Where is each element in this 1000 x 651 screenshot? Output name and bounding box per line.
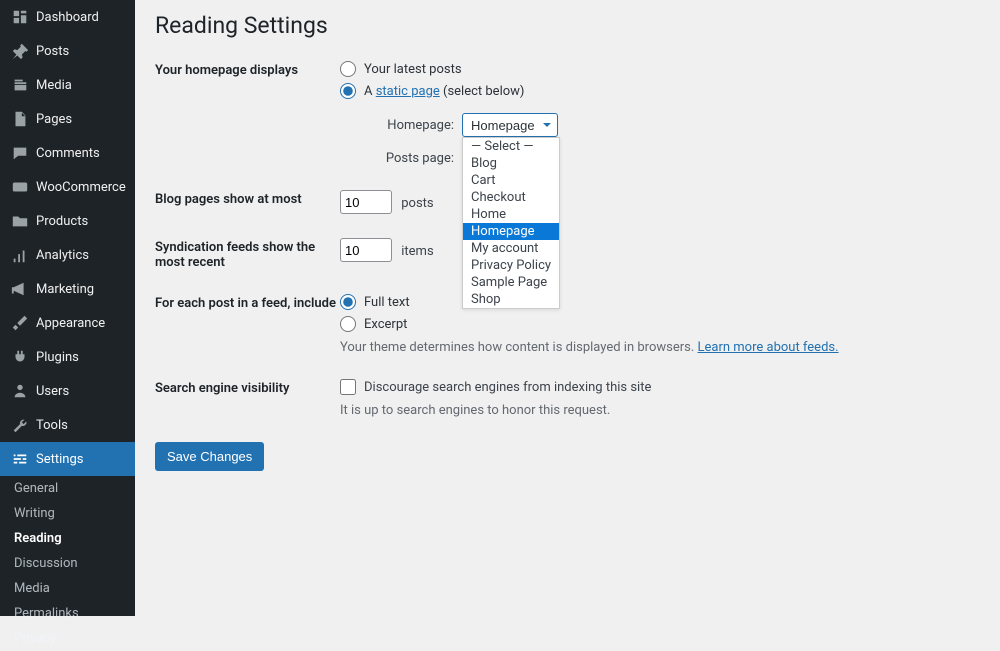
sidebar-item-pages[interactable]: Pages [0, 102, 135, 136]
radio-static-page[interactable]: A static page (select below) [340, 83, 980, 99]
sidebar-label: Dashboard [36, 10, 99, 25]
wrench-icon [10, 415, 30, 435]
radio-excerpt-label: Excerpt [364, 317, 407, 332]
radio-latest-posts[interactable]: Your latest posts [340, 61, 980, 77]
dropdown-option[interactable]: My account [463, 240, 559, 257]
sidebar-label: Users [36, 384, 69, 399]
sidebar-label: Settings [36, 452, 83, 467]
homepage-select[interactable]: Homepage [462, 113, 558, 137]
sub-item-media[interactable]: Media [0, 576, 135, 601]
sub-item-writing[interactable]: Writing [0, 501, 135, 526]
radio-excerpt-input[interactable] [340, 316, 356, 332]
sub-item-permalinks[interactable]: Permalinks [0, 601, 135, 626]
discourage-checkbox-label: Discourage search engines from indexing … [364, 380, 651, 395]
sidebar-item-woocommerce[interactable]: WooCommerce [0, 170, 135, 204]
posts-page-select-label: Posts page: [364, 151, 454, 166]
search-engine-label: Search engine visibility [155, 379, 340, 418]
sidebar-item-settings[interactable]: Settings [0, 442, 135, 476]
chart-icon [10, 245, 30, 265]
dropdown-option[interactable]: Blog [463, 155, 559, 172]
sidebar-label: Products [36, 214, 88, 229]
sub-item-privacy[interactable]: Privacy [0, 626, 135, 651]
woo-icon [10, 177, 30, 197]
discourage-checkbox[interactable] [340, 379, 356, 395]
static-page-link[interactable]: static page [376, 84, 440, 99]
radio-static-page-label: A static page (select below) [364, 84, 524, 99]
search-engine-desc: It is up to search engines to honor this… [340, 403, 980, 418]
dropdown-option[interactable]: Privacy Policy [463, 257, 559, 274]
dashboard-icon [10, 7, 30, 27]
dropdown-option[interactable]: Checkout [463, 189, 559, 206]
sidebar-label: Appearance [36, 316, 105, 331]
radio-full-text[interactable]: Full text [340, 294, 980, 310]
feed-desc: Your theme determines how content is dis… [340, 340, 980, 355]
save-changes-button[interactable]: Save Changes [155, 442, 264, 471]
dropdown-option-selected[interactable]: Homepage [463, 223, 559, 240]
blog-pages-suffix: posts [401, 196, 433, 211]
radio-latest-posts-input[interactable] [340, 61, 356, 77]
dropdown-option[interactable]: Home [463, 206, 559, 223]
homepage-dropdown: — Select — Blog Cart Checkout Home Homep… [462, 137, 560, 309]
syndication-suffix: items [401, 244, 433, 259]
sidebar-label: WooCommerce [36, 180, 126, 195]
comment-icon [10, 143, 30, 163]
sub-item-reading[interactable]: Reading [0, 526, 135, 551]
homepage-select-label: Homepage: [364, 118, 454, 133]
syndication-label: Syndication feeds show the most recent [155, 238, 340, 270]
admin-sidebar: Dashboard Posts Media Pages Comments Woo… [0, 0, 135, 616]
sidebar-label: Posts [36, 44, 69, 59]
radio-full-text-label: Full text [364, 295, 410, 310]
sidebar-item-tools[interactable]: Tools [0, 408, 135, 442]
radio-full-text-input[interactable] [340, 294, 356, 310]
sliders-icon [10, 449, 30, 469]
sidebar-item-products[interactable]: Products [0, 204, 135, 238]
user-icon [10, 381, 30, 401]
sidebar-item-posts[interactable]: Posts [0, 34, 135, 68]
media-icon [10, 75, 30, 95]
sidebar-label: Media [36, 78, 72, 93]
sidebar-label: Tools [36, 418, 68, 433]
sidebar-label: Pages [36, 112, 72, 127]
pin-icon [10, 41, 30, 61]
dropdown-option[interactable]: — Select — [463, 138, 559, 155]
plug-icon [10, 347, 30, 367]
dropdown-option[interactable]: Shop [463, 291, 559, 308]
syndication-input[interactable] [340, 238, 392, 262]
folder-icon [10, 211, 30, 231]
page-icon [10, 109, 30, 129]
megaphone-icon [10, 279, 30, 299]
sidebar-item-media[interactable]: Media [0, 68, 135, 102]
blog-pages-label: Blog pages show at most [155, 190, 340, 214]
main-content: Reading Settings Your homepage displays … [135, 0, 1000, 616]
dropdown-option[interactable]: Sample Page [463, 274, 559, 291]
sidebar-item-users[interactable]: Users [0, 374, 135, 408]
radio-static-page-input[interactable] [340, 83, 356, 99]
learn-more-feeds-link[interactable]: Learn more about feeds. [698, 340, 839, 355]
blog-pages-input[interactable] [340, 190, 392, 214]
brush-icon [10, 313, 30, 333]
sidebar-label: Marketing [36, 282, 94, 297]
sidebar-label: Comments [36, 146, 100, 161]
page-title: Reading Settings [155, 12, 980, 39]
dropdown-option[interactable]: Cart [463, 172, 559, 189]
radio-latest-posts-label: Your latest posts [364, 62, 462, 77]
sidebar-item-marketing[interactable]: Marketing [0, 272, 135, 306]
sub-item-general[interactable]: General [0, 476, 135, 501]
sidebar-item-appearance[interactable]: Appearance [0, 306, 135, 340]
sidebar-item-comments[interactable]: Comments [0, 136, 135, 170]
sub-item-discussion[interactable]: Discussion [0, 551, 135, 576]
sidebar-item-plugins[interactable]: Plugins [0, 340, 135, 374]
sidebar-item-analytics[interactable]: Analytics [0, 238, 135, 272]
sidebar-item-dashboard[interactable]: Dashboard [0, 0, 135, 34]
radio-excerpt[interactable]: Excerpt [340, 316, 980, 332]
sidebar-label: Plugins [36, 350, 79, 365]
discourage-checkbox-row[interactable]: Discourage search engines from indexing … [340, 379, 980, 395]
sidebar-label: Analytics [36, 248, 89, 263]
homepage-displays-label: Your homepage displays [155, 61, 340, 166]
feed-include-label: For each post in a feed, include [155, 294, 340, 355]
